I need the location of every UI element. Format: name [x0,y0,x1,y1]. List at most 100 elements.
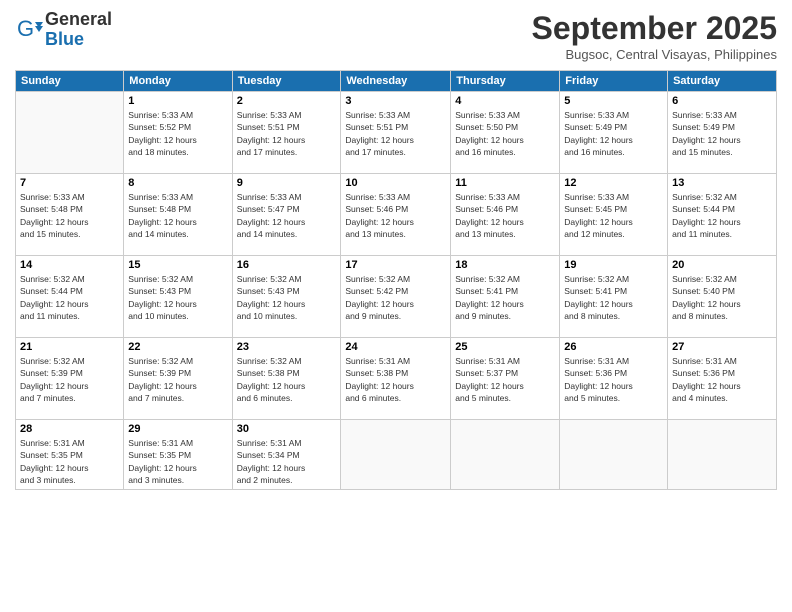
week-row-3: 14Sunrise: 5:32 AMSunset: 5:44 PMDayligh… [16,256,777,338]
day-info: Sunrise: 5:33 AMSunset: 5:48 PMDaylight:… [20,191,119,240]
day-number: 18 [455,259,555,271]
month-title: September 2025 [532,10,777,47]
calendar-cell: 25 Sunrise: 5:31 AMSunset: 5:37 PMDayligh… [451,338,560,420]
calendar-header-row: SundayMondayTuesdayWednesdayThursdayFrid… [16,71,777,92]
calendar-cell: 12Sunrise: 5:33 AMSunset: 5:45 PMDayligh… [560,174,668,256]
day-info: Sunrise: 5:33 AMSunset: 5:48 PMDaylight:… [128,191,227,240]
calendar-cell: 22 Sunrise: 5:32 AMSunset: 5:39 PMDayligh… [124,338,232,420]
day-number: 8 [128,177,227,189]
day-info: Sunrise: 5:31 AMSunset: 5:36 PMDaylight:… [564,355,663,404]
day-info: Sunrise: 5:32 AMSunset: 5:39 PMDaylight:… [128,355,227,404]
logo-icon: G [15,16,43,44]
col-header-saturday: Saturday [668,71,777,92]
day-info: Sunrise: 5:32 AMSunset: 5:42 PMDaylight:… [345,273,446,322]
day-info: Sunrise: 5:32 AMSunset: 5:43 PMDaylight:… [237,273,337,322]
calendar-cell [668,420,777,490]
day-info: Sunrise: 5:33 AMSunset: 5:45 PMDaylight:… [564,191,663,240]
day-info: Sunrise: 5:32 AMSunset: 5:43 PMDaylight:… [128,273,227,322]
title-block: September 2025 Bugsoc, Central Visayas, … [532,10,777,62]
day-number: 13 [672,177,772,189]
day-number: 14 [20,259,119,271]
day-number: 7 [20,177,119,189]
svg-text:G: G [17,16,34,41]
day-number: 29 [128,423,227,435]
calendar-cell: 14Sunrise: 5:32 AMSunset: 5:44 PMDayligh… [16,256,124,338]
calendar-cell: 1 Sunrise: 5:33 AMSunset: 5:52 PMDaylight… [124,92,232,174]
day-info: Sunrise: 5:32 AMSunset: 5:41 PMDaylight:… [564,273,663,322]
day-info: Sunrise: 5:31 AMSunset: 5:37 PMDaylight:… [455,355,555,404]
day-number: 11 [455,177,555,189]
day-info: Sunrise: 5:33 AMSunset: 5:51 PMDaylight:… [237,109,337,158]
day-number: 4 [455,95,555,107]
week-row-1: 1 Sunrise: 5:33 AMSunset: 5:52 PMDaylight… [16,92,777,174]
page: G General Blue September 2025 Bugsoc, Ce… [0,0,792,612]
calendar-cell: 3 Sunrise: 5:33 AMSunset: 5:51 PMDaylight… [341,92,451,174]
calendar-cell: 2 Sunrise: 5:33 AMSunset: 5:51 PMDaylight… [232,92,341,174]
day-info: Sunrise: 5:33 AMSunset: 5:50 PMDaylight:… [455,109,555,158]
calendar-cell: 10Sunrise: 5:33 AMSunset: 5:46 PMDayligh… [341,174,451,256]
calendar-cell: 18 Sunrise: 5:32 AMSunset: 5:41 PMDayligh… [451,256,560,338]
day-number: 28 [20,423,119,435]
day-number: 9 [237,177,337,189]
day-info: Sunrise: 5:33 AMSunset: 5:51 PMDaylight:… [345,109,446,158]
calendar-cell: 24 Sunrise: 5:31 AMSunset: 5:38 PMDayligh… [341,338,451,420]
calendar-cell: 6 Sunrise: 5:33 AMSunset: 5:49 PMDaylight… [668,92,777,174]
day-number: 25 [455,341,555,353]
calendar-cell: 20 Sunrise: 5:32 AMSunset: 5:40 PMDayligh… [668,256,777,338]
day-number: 3 [345,95,446,107]
calendar-cell: 28 Sunrise: 5:31 AMSunset: 5:35 PMDayligh… [16,420,124,490]
calendar-cell: 5Sunrise: 5:33 AMSunset: 5:49 PMDaylight… [560,92,668,174]
day-number: 22 [128,341,227,353]
day-info: Sunrise: 5:32 AMSunset: 5:39 PMDaylight:… [20,355,119,404]
calendar-cell [560,420,668,490]
day-number: 27 [672,341,772,353]
day-info: Sunrise: 5:31 AMSunset: 5:34 PMDaylight:… [237,437,337,486]
calendar-cell: 16Sunrise: 5:32 AMSunset: 5:43 PMDayligh… [232,256,341,338]
header: G General Blue September 2025 Bugsoc, Ce… [15,10,777,62]
day-number: 5 [564,95,663,107]
day-info: Sunrise: 5:31 AMSunset: 5:35 PMDaylight:… [20,437,119,486]
col-header-monday: Monday [124,71,232,92]
day-info: Sunrise: 5:31 AMSunset: 5:36 PMDaylight:… [672,355,772,404]
day-number: 21 [20,341,119,353]
day-number: 10 [345,177,446,189]
calendar-cell [341,420,451,490]
day-info: Sunrise: 5:31 AMSunset: 5:38 PMDaylight:… [345,355,446,404]
day-number: 20 [672,259,772,271]
day-number: 30 [237,423,337,435]
day-info: Sunrise: 5:33 AMSunset: 5:49 PMDaylight:… [672,109,772,158]
calendar-cell: 21 Sunrise: 5:32 AMSunset: 5:39 PMDayligh… [16,338,124,420]
day-number: 1 [128,95,227,107]
day-info: Sunrise: 5:31 AMSunset: 5:35 PMDaylight:… [128,437,227,486]
day-number: 19 [564,259,663,271]
day-info: Sunrise: 5:33 AMSunset: 5:47 PMDaylight:… [237,191,337,240]
day-number: 24 [345,341,446,353]
week-row-4: 21 Sunrise: 5:32 AMSunset: 5:39 PMDayligh… [16,338,777,420]
calendar: SundayMondayTuesdayWednesdayThursdayFrid… [15,70,777,490]
day-info: Sunrise: 5:32 AMSunset: 5:40 PMDaylight:… [672,273,772,322]
day-number: 2 [237,95,337,107]
day-number: 23 [237,341,337,353]
day-number: 15 [128,259,227,271]
logo: G General Blue [15,10,112,50]
logo-line1: General [45,10,112,30]
col-header-sunday: Sunday [16,71,124,92]
col-header-friday: Friday [560,71,668,92]
day-info: Sunrise: 5:32 AMSunset: 5:38 PMDaylight:… [237,355,337,404]
col-header-wednesday: Wednesday [341,71,451,92]
calendar-cell: 9 Sunrise: 5:33 AMSunset: 5:47 PMDaylight… [232,174,341,256]
week-row-2: 7 Sunrise: 5:33 AMSunset: 5:48 PMDaylight… [16,174,777,256]
week-row-5: 28 Sunrise: 5:31 AMSunset: 5:35 PMDayligh… [16,420,777,490]
day-number: 26 [564,341,663,353]
calendar-cell: 15 Sunrise: 5:32 AMSunset: 5:43 PMDayligh… [124,256,232,338]
calendar-cell [451,420,560,490]
calendar-cell: 13 Sunrise: 5:32 AMSunset: 5:44 PMDayligh… [668,174,777,256]
day-number: 6 [672,95,772,107]
calendar-cell [16,92,124,174]
calendar-cell: 8 Sunrise: 5:33 AMSunset: 5:48 PMDaylight… [124,174,232,256]
day-info: Sunrise: 5:33 AMSunset: 5:52 PMDaylight:… [128,109,227,158]
day-info: Sunrise: 5:32 AMSunset: 5:44 PMDaylight:… [672,191,772,240]
logo-text: General Blue [45,10,112,50]
day-info: Sunrise: 5:32 AMSunset: 5:41 PMDaylight:… [455,273,555,322]
col-header-thursday: Thursday [451,71,560,92]
